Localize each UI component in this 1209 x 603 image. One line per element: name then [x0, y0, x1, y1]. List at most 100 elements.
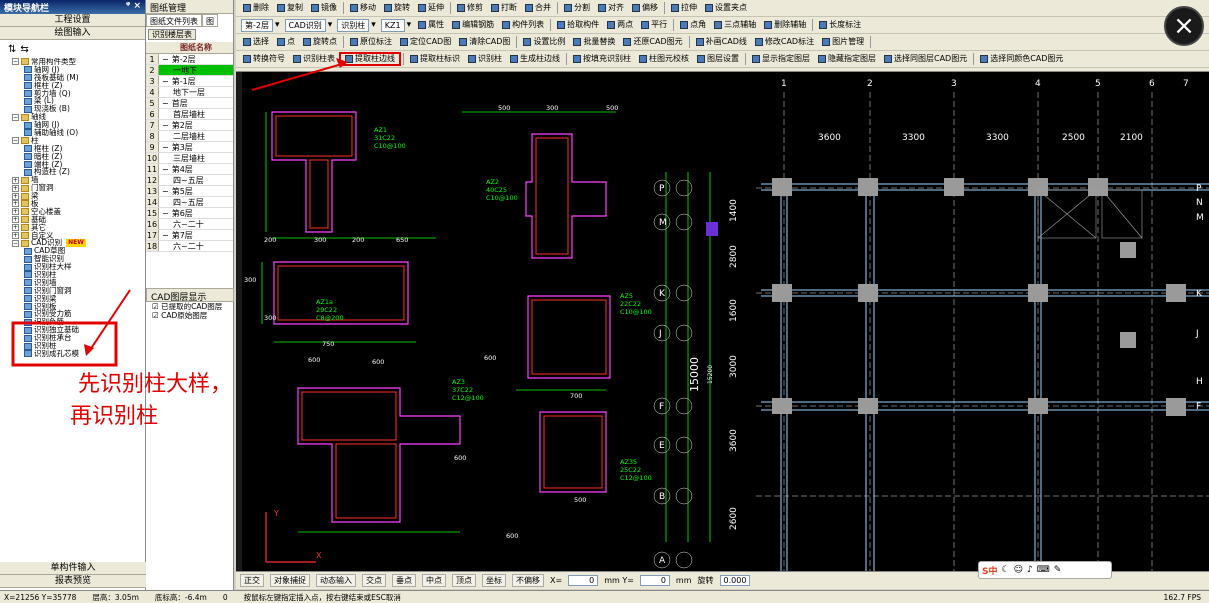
tree-item[interactable]: − 柱 — [12, 136, 145, 145]
cad-tool-button[interactable]: 还原CAD图元 — [619, 35, 686, 49]
cad-tool-button[interactable]: 修改CAD标注 — [751, 35, 818, 49]
edit-tool-button[interactable]: 分割 — [560, 1, 594, 15]
edit-tool-button[interactable]: 移动 — [346, 1, 380, 15]
property-tool-button[interactable]: 编辑钢筋 — [448, 18, 498, 32]
edit-tool-button[interactable]: 偏移 — [628, 1, 662, 15]
toolbar-combo[interactable]: 识别柱 — [337, 18, 370, 32]
cad-tool-button[interactable]: 补画CAD线 — [692, 35, 751, 49]
tab-drawing-other[interactable]: 图 — [202, 14, 218, 27]
snap-toggle-button[interactable]: 动态输入 — [316, 574, 356, 587]
tree-item[interactable]: 筏板基础 (M) — [12, 73, 145, 82]
column-tool-button[interactable]: 隐藏指定图层 — [814, 52, 880, 66]
edit-tool-button[interactable]: 合并 — [521, 1, 555, 15]
close-icon[interactable]: × — [1164, 6, 1204, 46]
tree-item[interactable]: 识别独立基础 — [12, 326, 145, 334]
panel-pin-close-icon[interactable]: ᵠ × — [126, 1, 141, 13]
floor-row[interactable]: 8 二层墙柱 — [146, 131, 233, 142]
tree-item[interactable]: 梁 (L) — [12, 97, 145, 105]
edit-tool-button[interactable]: 镜像 — [307, 1, 341, 15]
floor-row[interactable]: 16 六~二十 — [146, 219, 233, 230]
tree-item[interactable]: − 常用构件类型 — [12, 58, 145, 66]
cad-layer-item-extracted[interactable]: ☑ 已提取的CAD图层 — [146, 302, 234, 311]
edit-tool-button[interactable]: 旋转 — [380, 1, 414, 15]
x-input[interactable]: 0 — [568, 575, 599, 586]
identify-floor-table-button[interactable]: 识别楼层表 — [148, 29, 196, 40]
snap-toggle-button[interactable]: 坐标 — [482, 574, 506, 587]
tree-item[interactable]: − 轴线 — [12, 113, 145, 121]
tree-item[interactable]: 框柱 (Z) — [12, 81, 145, 90]
snap-toggle-button[interactable]: 垂点 — [392, 574, 416, 587]
property-tool-button[interactable]: 属性 — [414, 18, 448, 32]
edit-tool-button[interactable]: 删除 — [239, 1, 273, 15]
floor-toggle-icon[interactable]: − — [162, 77, 169, 86]
tree-item[interactable]: 识别成孔芯模 — [12, 349, 145, 358]
tree-item[interactable]: 识别桩承台 — [12, 334, 145, 342]
edit-tool-button[interactable]: 拉伸 — [667, 1, 701, 15]
tree-item[interactable]: 识别柱 — [12, 271, 145, 279]
floor-row[interactable]: 13− 第5层 — [146, 186, 233, 197]
tree-item[interactable]: 识别墙 — [12, 278, 145, 287]
rotate-checkbox-label[interactable]: 旋转 — [698, 575, 714, 586]
chevron-down-icon[interactable]: ▾ — [275, 20, 280, 30]
floor-row[interactable]: 4 地下一层 — [146, 87, 233, 98]
toolbar-combo[interactable]: 第-2层 — [241, 18, 273, 32]
tree-item[interactable]: 端柱 (Z) — [12, 160, 145, 169]
floor-toggle-icon[interactable]: − — [162, 209, 169, 218]
snap-toggle-button[interactable]: 正交 — [240, 574, 264, 587]
floor-row[interactable]: 2 一地下 — [146, 65, 233, 76]
tree-item[interactable]: 识别门窗洞 — [12, 286, 145, 295]
floor-toggle-icon[interactable]: − — [162, 99, 169, 108]
cad-tool-button[interactable]: 图片管理 — [818, 35, 868, 49]
column-tool-button[interactable]: 识别柱 — [464, 52, 506, 66]
column-tool-button[interactable]: 转换符号 — [239, 52, 289, 66]
edit-tool-button[interactable]: 打断 — [487, 1, 521, 15]
floor-row[interactable]: 17− 第7层 — [146, 230, 233, 241]
floor-row[interactable]: 10 三层墙柱 — [146, 153, 233, 164]
floor-row[interactable]: 6 首层墙柱 — [146, 109, 233, 120]
property-tool-button[interactable]: 删除辅轴 — [760, 18, 810, 32]
tree-toggle-icon[interactable]: − — [12, 113, 19, 121]
property-tool-button[interactable]: 三点辅轴 — [710, 18, 760, 32]
floor-row[interactable]: 15− 第6层 — [146, 208, 233, 219]
chevron-down-icon[interactable]: ▾ — [328, 20, 333, 30]
floor-toggle-icon[interactable]: − — [162, 187, 169, 196]
column-tool-button[interactable]: 识别柱表 — [289, 52, 339, 66]
column-tool-button[interactable]: 提取柱标识 — [406, 52, 464, 66]
column-tool-button[interactable]: 图层设置 — [693, 52, 743, 66]
cad-tool-button[interactable]: 点 — [273, 35, 299, 49]
toolbar-combo[interactable]: CAD识别 — [284, 18, 326, 32]
tree-toggle-icon[interactable]: − — [12, 137, 19, 145]
floor-row[interactable]: 5− 首层 — [146, 98, 233, 109]
snap-toggle-button[interactable]: 交点 — [362, 574, 386, 587]
expand-all-icon[interactable]: ⇅ — [8, 44, 16, 55]
tree-item[interactable]: 识别梁 — [12, 294, 145, 303]
floor-row[interactable]: 14 四~五层 — [146, 197, 233, 208]
ime-moon-icon[interactable]: ☾ — [1001, 565, 1009, 575]
cad-tool-button[interactable]: 清除CAD图 — [455, 35, 514, 49]
column-tool-button[interactable]: 柱图元校核 — [635, 52, 693, 66]
snap-toggle-button[interactable]: 顶点 — [452, 574, 476, 587]
report-preview-button[interactable]: 报表预览 — [0, 575, 146, 588]
floor-row[interactable]: 11− 第4层 — [146, 164, 233, 175]
tab-drawing-file-list[interactable]: 图纸文件列表 — [146, 14, 202, 27]
tree-item[interactable]: CAD草图 — [12, 247, 145, 255]
property-tool-button[interactable]: 平行 — [637, 18, 671, 32]
rotate-input[interactable]: 0.000 — [719, 575, 751, 586]
column-tool-button[interactable]: 选择同图层CAD图元 — [880, 52, 971, 66]
tree-item[interactable]: 框柱 (Z) — [12, 144, 145, 153]
tree-item[interactable]: 识别受力筋 — [12, 310, 145, 319]
y-input[interactable]: 0 — [639, 575, 670, 586]
column-tool-button[interactable]: 显示指定图层 — [748, 52, 814, 66]
tree-toggle-icon[interactable]: + — [12, 184, 19, 192]
cad-tool-button[interactable]: 批量替换 — [569, 35, 619, 49]
edit-tool-button[interactable]: 延伸 — [414, 1, 448, 15]
floor-row[interactable]: 7− 第2层 — [146, 120, 233, 131]
tree-item[interactable]: 识别板 — [12, 302, 145, 311]
property-tool-button[interactable]: 构件列表 — [498, 18, 548, 32]
ime-smile-icon[interactable]: ☺ — [1014, 565, 1023, 575]
project-settings-button[interactable]: 工程设置 — [0, 14, 145, 27]
column-tool-button[interactable]: 按填充识别柱 — [569, 52, 635, 66]
chevron-down-icon[interactable]: ▾ — [407, 20, 412, 30]
ime-wrench-icon[interactable]: ✎ — [1054, 565, 1062, 575]
cad-drawing-canvas[interactable]: Y X AZ1 31C22 C10@100 AZ2 40C25 C10@100 AZ1a 29… — [236, 72, 1209, 571]
